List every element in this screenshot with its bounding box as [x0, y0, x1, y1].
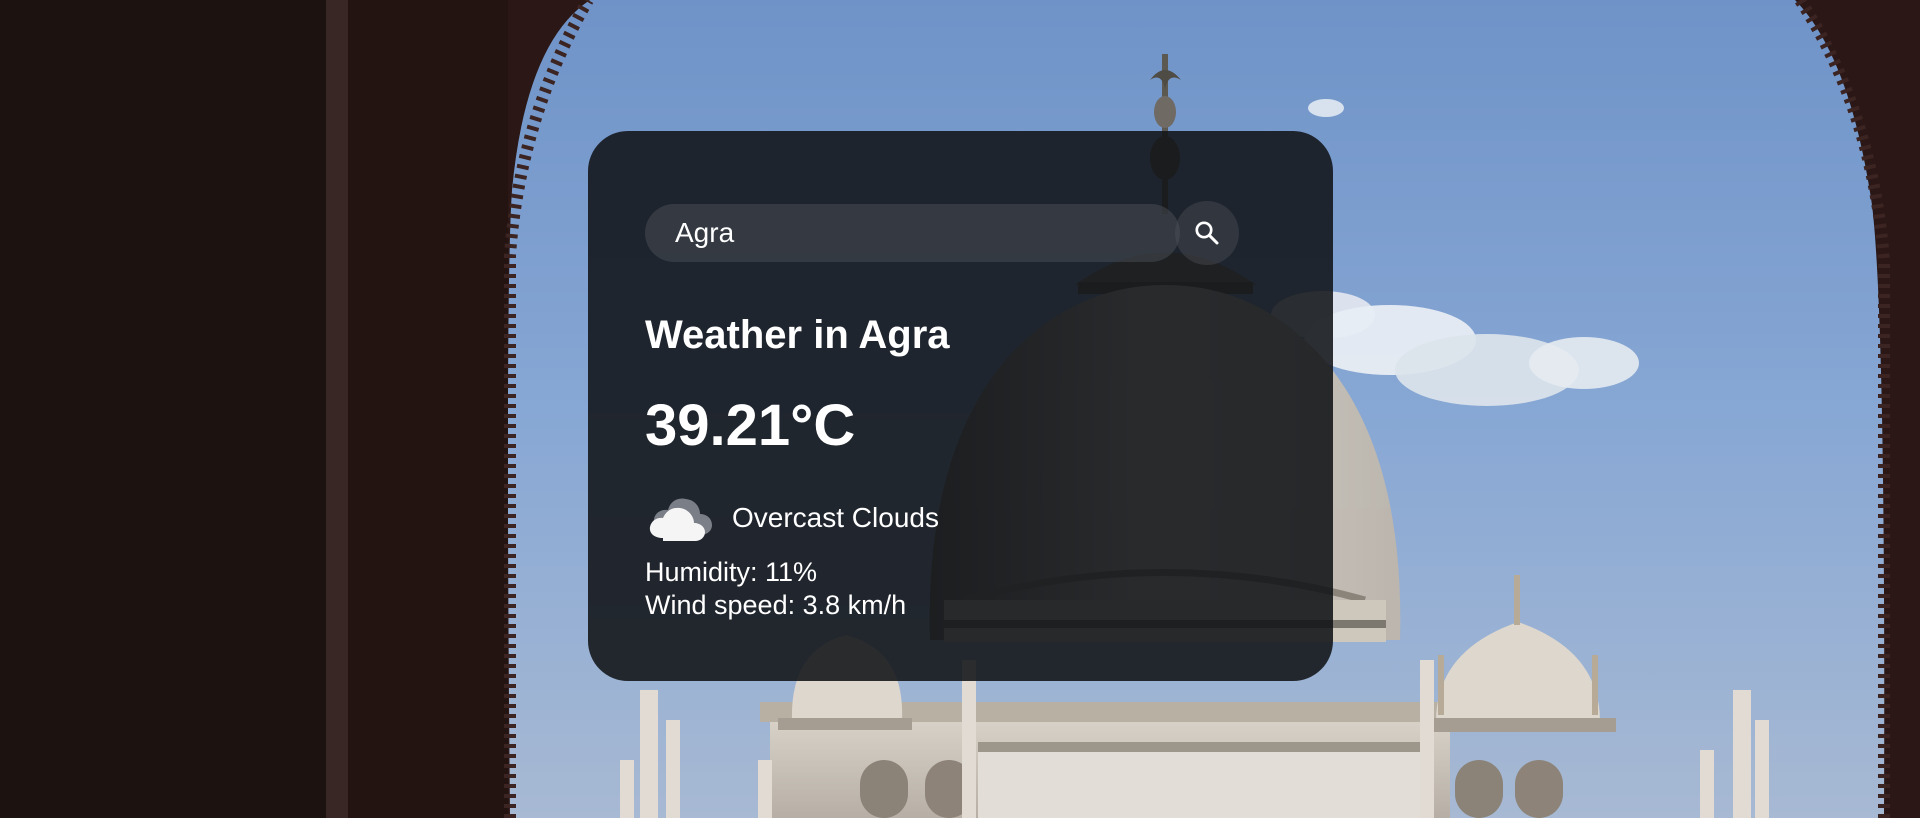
wind-speed-text: Wind speed: 3.8 km/h: [645, 589, 907, 620]
weather-condition: Overcast Clouds: [645, 492, 1275, 544]
temperature-value: 39.21°C: [645, 393, 856, 458]
cloud-icon: [649, 498, 712, 541]
weather-app: Weather in Agra 39.21°C Overcast Clouds …: [0, 0, 1920, 818]
weather-details: Humidity: 11% Wind speed: 3.8 km/h: [645, 556, 1275, 622]
search-bar: [645, 201, 1275, 265]
search-icon: [1195, 221, 1219, 245]
search-input[interactable]: [645, 204, 1180, 262]
humidity-text: Humidity: 11%: [645, 556, 818, 587]
search-button[interactable]: [1175, 201, 1239, 265]
page-title: Weather in Agra: [645, 313, 950, 357]
weather-description: Overcast Clouds: [732, 501, 939, 533]
weather-card: Weather in Agra 39.21°C Overcast Clouds …: [588, 131, 1333, 681]
